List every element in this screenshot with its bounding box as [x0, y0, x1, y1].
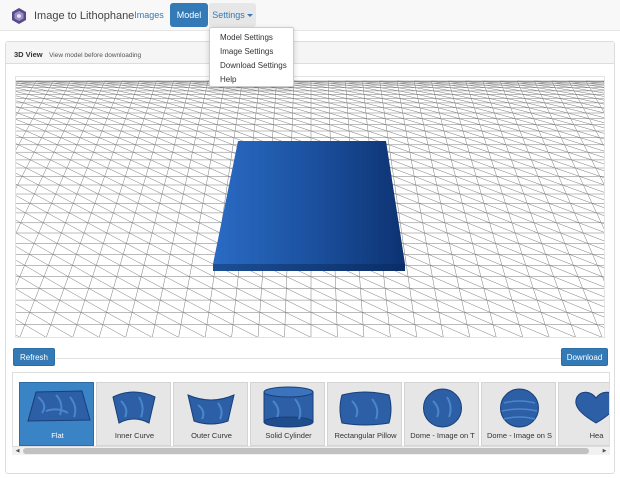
tab-images[interactable]: Images — [130, 3, 168, 27]
tab-settings[interactable]: Settings — [209, 3, 256, 27]
shape-gallery: Flat Inner Curve Outer Curve Solid Cylin… — [12, 372, 610, 455]
navbar: Image to Lithophane Images Model Setting… — [0, 0, 620, 31]
tab-settings-label: Settings — [212, 10, 245, 20]
menu-item-model-settings[interactable]: Model Settings — [210, 31, 293, 45]
dome-side-icon — [500, 388, 539, 428]
panel-title: 3D View — [14, 50, 43, 59]
model-front-face — [213, 264, 405, 271]
shape-label: Inner Curve — [114, 431, 155, 440]
outer-curve-icon — [187, 394, 235, 425]
caret-down-icon — [246, 14, 253, 18]
view-panel: 3D View View model before downloading Re… — [5, 41, 615, 474]
tab-model-label: Model — [176, 10, 202, 20]
inner-curve-icon — [112, 391, 156, 424]
download-button[interactable]: Download — [561, 348, 608, 366]
menu-item-download-settings[interactable]: Download Settings — [210, 59, 293, 73]
menu-item-image-settings[interactable]: Image Settings — [210, 45, 293, 59]
solid-cylinder-icon — [263, 386, 314, 428]
shape-heart[interactable]: Hea — [558, 382, 609, 446]
panel-subtitle: View model before downloading — [49, 52, 142, 59]
shape-dome-top[interactable]: Dome - Image on T — [404, 382, 479, 446]
shape-label: Dome - Image on T — [410, 431, 475, 440]
brand-title: Image to Lithophane — [34, 10, 135, 22]
model-top-face — [213, 141, 405, 264]
shape-inner-curve[interactable]: Inner Curve — [96, 382, 171, 446]
gallery-scrollbar[interactable]: ◀ ▶ — [12, 446, 610, 455]
divider — [56, 358, 561, 359]
scroll-right-icon[interactable]: ▶ — [600, 447, 609, 455]
rectangular-pillow-icon — [339, 391, 392, 426]
shape-outer-curve[interactable]: Outer Curve — [173, 382, 248, 446]
shape-label: Solid Cylinder — [265, 431, 312, 440]
shape-solid-cylinder[interactable]: Solid Cylinder — [250, 382, 325, 446]
shape-label: Flat — [51, 431, 64, 440]
menu-item-help[interactable]: Help — [210, 73, 293, 87]
panel-heading: 3D View View model before downloading — [6, 42, 614, 64]
shape-label: Hea — [589, 431, 604, 440]
brand[interactable]: Image to Lithophane — [10, 6, 134, 26]
flat-plate-icon — [27, 390, 91, 422]
tab-model[interactable]: Model — [170, 3, 208, 27]
scrollbar-thumb[interactable] — [23, 448, 589, 454]
refresh-button[interactable]: Refresh — [13, 348, 55, 366]
shape-label: Outer Curve — [191, 431, 232, 440]
tab-images-label: Images — [134, 10, 164, 20]
shape-dome-side[interactable]: Dome - Image on S — [481, 382, 556, 446]
heart-icon — [575, 391, 609, 424]
scroll-left-icon[interactable]: ◀ — [13, 447, 22, 455]
shape-flat[interactable]: Flat — [19, 382, 94, 446]
app-logo-icon — [12, 8, 26, 24]
shape-rectangular-pillow[interactable]: Rectangular Pillow — [327, 382, 402, 446]
shape-label: Dome - Image on S — [486, 431, 553, 440]
shape-label: Rectangular Pillow — [334, 431, 397, 440]
lithophane-model — [213, 141, 405, 271]
settings-dropdown: Model Settings Image Settings Download S… — [209, 27, 294, 87]
3d-viewport[interactable] — [15, 76, 605, 338]
dome-top-icon — [423, 388, 462, 428]
